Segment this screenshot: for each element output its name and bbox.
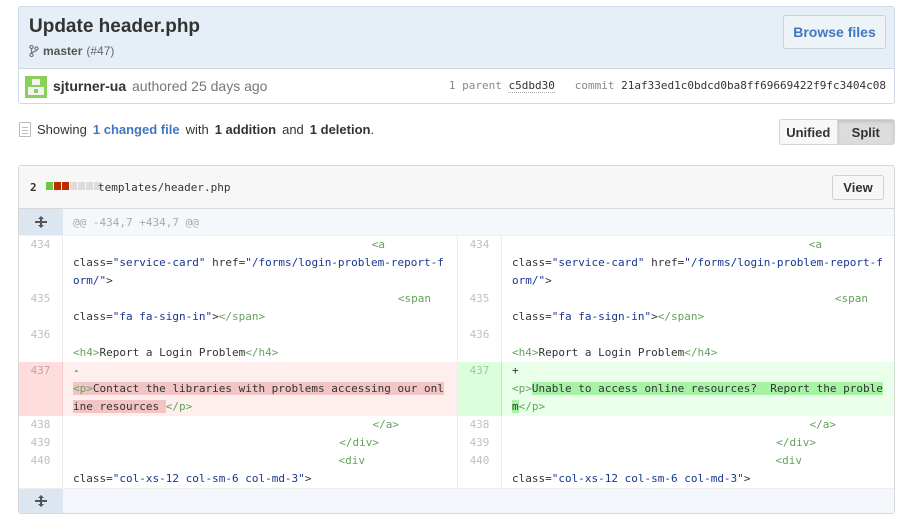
code-line-right: <div class="col-xs-12 col-sm-6 col-md-3"> [512,454,802,485]
changed-files-link[interactable]: 1 changed file [93,122,180,137]
diffstat-block [62,182,69,190]
line-number-left[interactable]: 438 [19,416,63,434]
expand-down-icon[interactable] [19,489,63,513]
sha-info: 1 parent c5dbd30 commit 21af33ed1c0bdcd0… [448,79,886,93]
summary-and: and [282,122,304,137]
code-line-right: </a> [809,418,837,431]
line-number-left[interactable]: 436 [19,326,63,362]
code-line-right: </div> [776,436,816,449]
file-header: 2 templates/header.php View [19,166,894,209]
summary-showing: Showing [37,122,87,137]
code-line-left: </a> [63,416,458,434]
hunk-header: @@ -434,7 +434,7 @@ [19,209,894,236]
file-diff-icon [19,122,31,137]
diffstat-block [54,182,61,190]
split-view-button[interactable]: Split [836,120,894,144]
commit-header: Update header.php master (#47) Browse fi… [18,6,895,104]
addition-marker: + [512,364,519,377]
diffstat-bar [46,182,101,190]
added-text: Unable to access online resources? Repor… [512,382,883,413]
branch-info: master (#47) [29,44,114,58]
commit-title: Update header.php [29,16,201,37]
line-number-left[interactable]: 435 [19,290,63,326]
summary-period: . [370,122,375,137]
line-number-right[interactable]: 438 [458,416,502,434]
branch-name[interactable]: master [43,44,82,58]
diffstat-block [70,182,77,190]
code-line-right: <a class="service-card" href="/forms/logi… [512,238,883,287]
diffstat-block [46,182,53,190]
commit-meta: sjturner-ua authored 25 days ago 1 paren… [19,69,894,103]
summary-with: with [185,122,209,137]
author-link[interactable]: sjturner-ua [53,78,126,94]
parent-label: 1 parent [448,79,502,92]
browse-files-button[interactable]: Browse files [783,15,886,49]
hunk-footer [19,488,894,513]
line-number-left[interactable]: 440 [19,452,63,488]
added-line-number[interactable]: 437 [458,362,502,416]
summary-deletions: 1 deletion [309,122,371,137]
code-line-left: <div class="col-xs-12 col-sm-6 col-md-3"> [63,452,458,488]
unified-view-button[interactable]: Unified [780,120,837,144]
pr-reference[interactable]: (#47) [86,44,114,58]
hunk-range: @@ -434,7 +434,7 @@ [73,215,199,229]
line-number-right[interactable]: 434 [458,236,502,290]
line-number-left[interactable]: 439 [19,434,63,452]
line-number-right[interactable]: 440 [458,452,502,488]
added-code-line: + <p>Unable to access online resources? R… [502,362,894,416]
h4-text: Report a Login Problem [538,346,685,359]
deleted-text: Contact the libraries with problems acce… [73,382,444,413]
deletion-marker: - [73,364,80,377]
authored-time: authored 25 days ago [132,78,268,94]
diff-view-toggle: Unified Split [779,119,895,145]
diffstat-block [78,182,85,190]
line-number-right[interactable]: 439 [458,434,502,452]
file-path[interactable]: templates/header.php [98,181,230,194]
line-number-right[interactable]: 436 [458,326,502,362]
h4-text: Report a Login Problem [99,346,246,359]
summary-additions: 1 addition [214,122,277,137]
commit-title-bar: Update header.php master (#47) Browse fi… [19,7,894,69]
code-line-left: </div> [63,434,458,452]
line-number-left[interactable]: 434 [19,236,63,290]
code-line-left: <h4>Report a Login Problem</h4> [63,326,458,362]
parent-sha-link[interactable]: c5dbd30 [508,79,555,93]
diffstat-count: 2 [30,181,37,194]
diffstat-block [86,182,93,190]
branch-icon [29,45,39,57]
expand-up-icon[interactable] [19,209,63,235]
code-line-right: <h4>Report a Login Problem</h4> [512,346,718,359]
code-line-left: <a class="service-card" href="/forms/logi… [63,236,458,290]
commit-sha: 21af33ed1c0bdcd0ba8ff69669422f9fc3404c08 [621,79,886,92]
code-line-right: <span class="fa fa-sign-in"></span> [512,292,868,323]
deleted-line-number[interactable]: 437 [19,362,63,416]
view-file-button[interactable]: View [832,175,884,200]
code-line-left: <span class="fa fa-sign-in"></span> [63,290,458,326]
deleted-code-line: - <p>Contact the libraries with problems … [63,362,458,416]
split-diff-table: 434 <a class="service-card" href="/forms/… [19,236,894,488]
diff-summary: Showing 1 changed file with 1 addition a… [19,122,374,137]
commit-label: commit [574,79,615,92]
avatar[interactable] [25,76,47,98]
line-number-right[interactable]: 435 [458,290,502,326]
file-diff: 2 templates/header.php View @@ -434,7 +4… [18,165,895,514]
